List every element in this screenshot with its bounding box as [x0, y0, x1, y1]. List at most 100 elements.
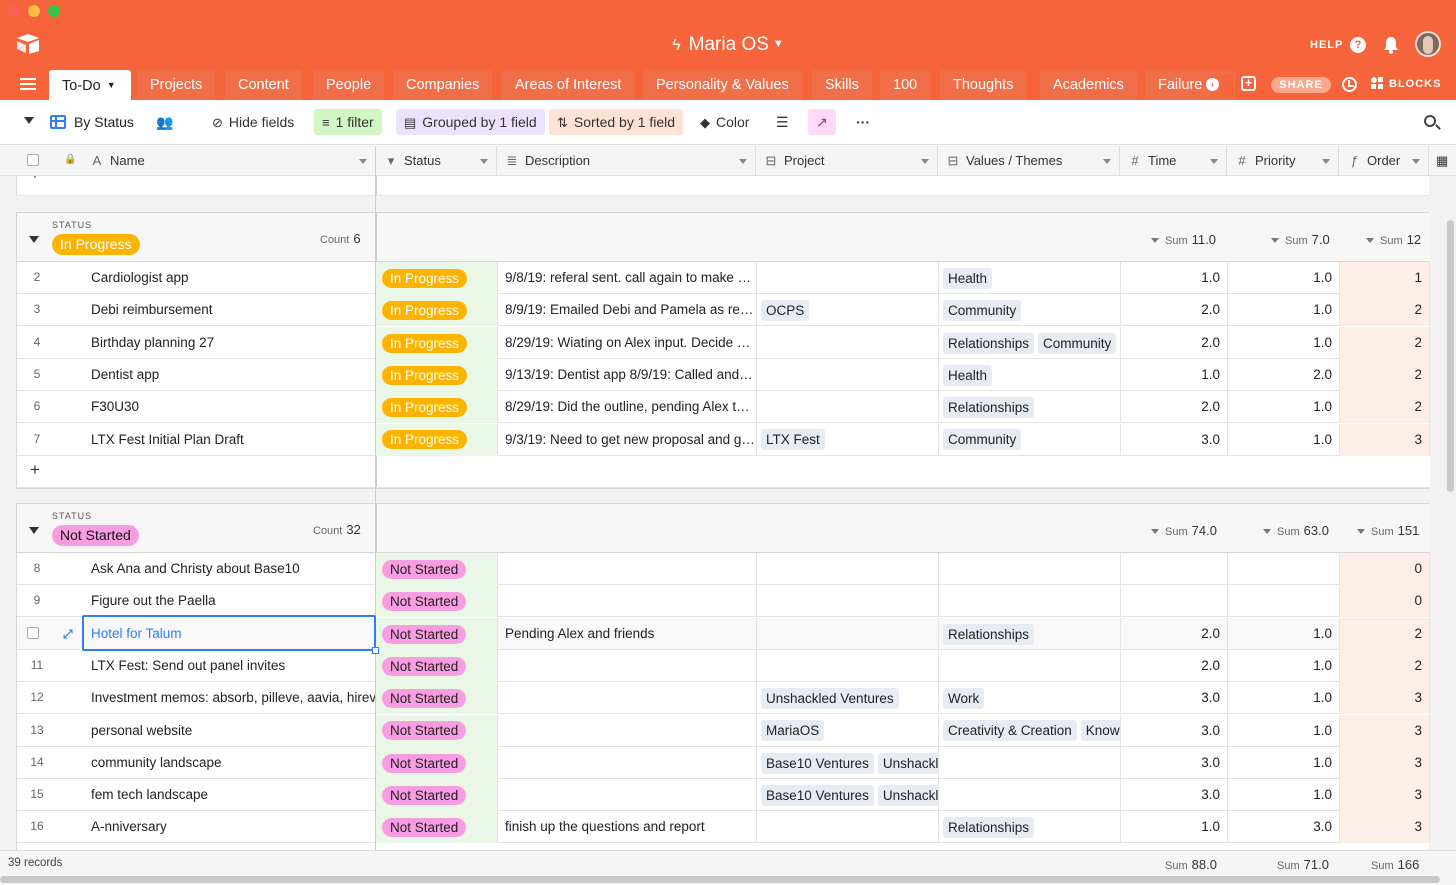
- search-icon[interactable]: [1424, 115, 1436, 127]
- group-sum-priority[interactable]: Sum 7.0: [1271, 232, 1330, 247]
- cell-order[interactable]: 3: [1340, 714, 1430, 747]
- cell-description[interactable]: [498, 585, 757, 618]
- column-header-name[interactable]: A Name: [82, 146, 376, 176]
- cell-description[interactable]: [498, 746, 757, 779]
- column-header-order[interactable]: ƒ Order: [1339, 146, 1429, 176]
- cell-order[interactable]: 3: [1340, 682, 1430, 715]
- cell-priority[interactable]: 1.0: [1228, 326, 1340, 359]
- cell-order[interactable]: 2: [1340, 358, 1430, 391]
- cell-values-themes[interactable]: [939, 779, 1121, 812]
- table-row[interactable]: 14 community landscape Not Started Base10 V…: [17, 746, 1430, 779]
- linked-record-chip[interactable]: Unshackled Ventures: [877, 785, 938, 807]
- cell-status[interactable]: In Progress: [376, 326, 498, 359]
- cell-status[interactable]: In Progress: [376, 423, 498, 456]
- cell-project[interactable]: [757, 811, 939, 844]
- linked-record-chip[interactable]: Health: [943, 364, 993, 386]
- group-sum-order[interactable]: Sum 12: [1366, 232, 1421, 247]
- cell-status[interactable]: In Progress: [376, 294, 498, 327]
- cell-description[interactable]: 8/29/19: Wiating on Alex input. Decide s…: [498, 326, 757, 359]
- tab-companies[interactable]: Companies: [393, 70, 493, 100]
- tab-areas-of-interest[interactable]: Areas of Interest: [502, 70, 635, 100]
- expand-record-icon[interactable]: ⤢: [63, 627, 73, 642]
- cell-project[interactable]: Base10 VenturesUnshackled Ventures: [757, 746, 939, 779]
- cell-name[interactable]: Ask Ana and Christy about Base10: [83, 553, 376, 585]
- footer-sum-order[interactable]: Sum 166: [1371, 857, 1419, 872]
- linked-record-chip[interactable]: Unshackled Ventures: [761, 688, 899, 710]
- cell-name[interactable]: LTX Fest: Send out panel invites: [83, 649, 376, 682]
- scroll-tabs-right-icon[interactable]: ›: [1206, 78, 1219, 91]
- cell-priority[interactable]: 1.0: [1228, 391, 1340, 424]
- linked-record-chip[interactable]: LTX Fest: [761, 429, 825, 451]
- window-zoom-button[interactable]: [48, 5, 60, 17]
- cell-priority[interactable]: 3.0: [1228, 811, 1340, 844]
- cell-project[interactable]: OCPS: [757, 294, 939, 327]
- cell-name[interactable]: personal website: [83, 714, 376, 747]
- cell-priority[interactable]: 1.0: [1228, 779, 1340, 812]
- cell-order[interactable]: 3: [1340, 423, 1430, 456]
- cell-description[interactable]: 9/8/19: referal sent. call again to make…: [498, 262, 757, 294]
- cell-name[interactable]: fem tech landscape: [83, 779, 376, 812]
- linked-record-chip[interactable]: Knowledge: [1080, 720, 1120, 742]
- linked-record-chip[interactable]: Community: [943, 429, 1022, 451]
- cell-values-themes[interactable]: Health: [939, 358, 1121, 391]
- cell-status[interactable]: Not Started: [376, 617, 498, 650]
- group-sum-order[interactable]: Sum 151: [1357, 523, 1419, 538]
- chevron-down-icon[interactable]: [739, 159, 747, 164]
- cell-values-themes[interactable]: Relationships Community: [939, 326, 1121, 359]
- cell-time[interactable]: 2.0: [1121, 326, 1228, 359]
- cell-values-themes[interactable]: Relationships: [939, 391, 1121, 424]
- cell-name[interactable]: Investment memos: absorb, pilleve, aavia…: [83, 682, 376, 715]
- cell-project[interactable]: MariaOS: [757, 714, 939, 747]
- chevron-down-icon[interactable]: [1210, 159, 1218, 164]
- chevron-down-icon[interactable]: [1412, 159, 1420, 164]
- tab-personality-values[interactable]: Personality & Values: [643, 70, 802, 100]
- cell-priority[interactable]: 1.0: [1228, 714, 1340, 747]
- cell-values-themes[interactable]: Relationships: [939, 617, 1121, 650]
- table-row[interactable]: 9 Figure out the Paella Not Started 0: [17, 585, 1430, 618]
- cell-values-themes[interactable]: [939, 585, 1121, 618]
- cell-description[interactable]: 9/3/19: Need to get new proposal and get…: [498, 423, 757, 456]
- cell-name[interactable]: Birthday planning 27: [83, 326, 376, 359]
- add-record-row[interactable]: +: [16, 176, 1429, 196]
- chevron-down-icon[interactable]: [1322, 159, 1330, 164]
- cell-order[interactable]: 1: [1340, 262, 1430, 294]
- cell-project[interactable]: Base10 VenturesUnshackled Ventures: [757, 779, 939, 812]
- window-minimize-button[interactable]: [28, 5, 40, 17]
- cell-project[interactable]: [757, 553, 939, 585]
- cell-values-themes[interactable]: Community: [939, 294, 1121, 327]
- cell-description[interactable]: 8/29/19: Did the outline, pending Alex t…: [498, 391, 757, 424]
- cell-name[interactable]: A-nniversary: [83, 811, 376, 844]
- add-record-icon[interactable]: +: [30, 176, 40, 184]
- footer-sum-time[interactable]: Sum 88.0: [1165, 857, 1217, 872]
- cell-project[interactable]: [757, 358, 939, 391]
- table-row[interactable]: 11 LTX Fest: Send out panel invites Not St…: [17, 649, 1430, 682]
- linked-record-chip[interactable]: Base10 Ventures: [761, 752, 874, 774]
- cell-values-themes[interactable]: Community: [939, 423, 1121, 456]
- cell-time[interactable]: 2.0: [1121, 617, 1228, 650]
- hamburger-menu-icon[interactable]: [20, 78, 36, 90]
- cell-name[interactable]: F30U30: [83, 391, 376, 424]
- tab-to-do[interactable]: To-Do ▼: [49, 70, 131, 100]
- cell-order[interactable]: 3: [1340, 811, 1430, 844]
- cell-status[interactable]: Not Started: [376, 553, 498, 585]
- add-table-icon[interactable]: +: [1241, 76, 1256, 91]
- tab-academics[interactable]: Academics: [1040, 70, 1137, 100]
- cell-time[interactable]: 3.0: [1121, 682, 1228, 715]
- cell-values-themes[interactable]: [939, 553, 1121, 585]
- cell-order[interactable]: 2: [1340, 326, 1430, 359]
- tab-100[interactable]: 100: [880, 70, 931, 100]
- cell-values-themes[interactable]: Creativity & CreationKnowledge: [939, 714, 1121, 747]
- tab-skills[interactable]: Skills: [812, 70, 872, 100]
- cell-status[interactable]: Not Started: [376, 746, 498, 779]
- cell-status[interactable]: In Progress: [376, 391, 498, 424]
- tab-projects[interactable]: Projects: [137, 70, 216, 100]
- chevron-down-icon[interactable]: [359, 159, 367, 164]
- column-header-description[interactable]: ≣ Description: [497, 146, 756, 176]
- cell-status[interactable]: Not Started: [376, 779, 498, 812]
- cell-order[interactable]: 2: [1340, 294, 1430, 327]
- table-row[interactable]: Hotel for Talum Not Started Pending Alex a…: [17, 617, 1430, 650]
- cell-project[interactable]: [757, 391, 939, 424]
- cell-time[interactable]: 1.0: [1121, 811, 1228, 844]
- cell-status[interactable]: Not Started: [376, 714, 498, 747]
- cell-priority[interactable]: [1228, 553, 1340, 585]
